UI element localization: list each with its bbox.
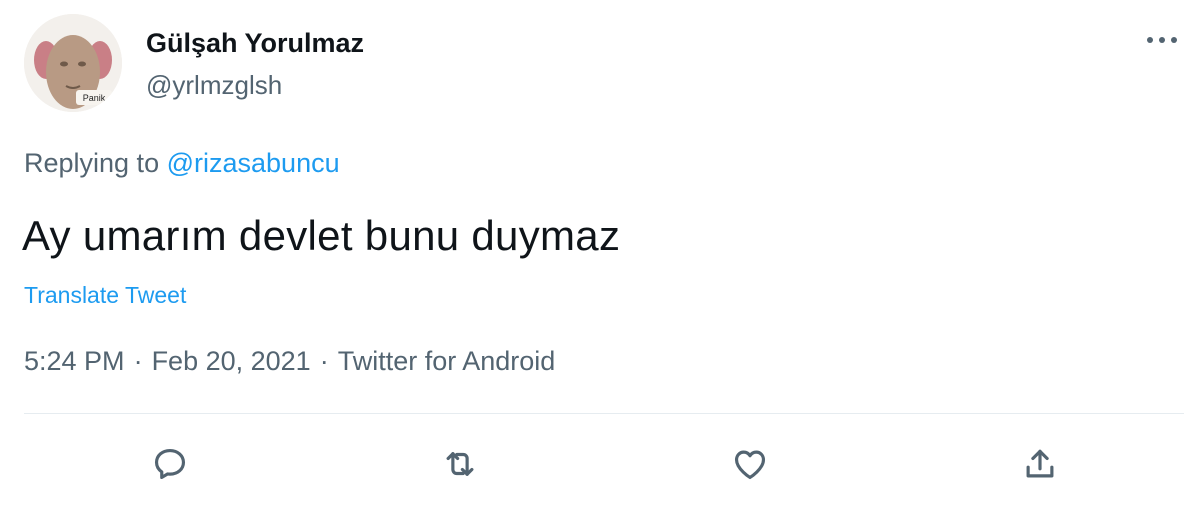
more-options-button[interactable] <box>1140 26 1184 54</box>
like-button[interactable] <box>728 442 772 486</box>
divider <box>24 413 1184 414</box>
avatar-image: Panik <box>24 14 122 112</box>
translate-tweet-link[interactable]: Translate Tweet <box>24 282 186 309</box>
avatar[interactable]: Panik <box>24 14 122 112</box>
tweet-metadata: 5:24 PM · Feb 20, 2021 · Twitter for Android <box>24 346 555 377</box>
display-name[interactable]: Gülşah Yorulmaz <box>146 28 364 59</box>
reply-icon <box>154 448 186 480</box>
mention-link[interactable]: @rizasabuncu <box>167 148 340 178</box>
retweet-button[interactable] <box>438 442 482 486</box>
tweet-time[interactable]: 5:24 PM <box>24 346 125 376</box>
share-button[interactable] <box>1018 442 1062 486</box>
reply-button[interactable] <box>148 442 192 486</box>
user-handle[interactable]: @yrlmzglsh <box>146 70 282 101</box>
like-icon <box>734 450 766 480</box>
separator: · <box>319 346 329 376</box>
replying-to-label: Replying to <box>24 148 160 178</box>
retweet-icon <box>446 452 474 476</box>
replying-to: Replying to @rizasabuncu <box>24 148 340 179</box>
more-icon <box>1147 37 1177 43</box>
tweet-source[interactable]: Twitter for Android <box>338 346 556 376</box>
share-icon <box>1026 449 1054 478</box>
tweet-text: Ay umarım devlet bunu duymaz <box>22 212 621 259</box>
tweet-date[interactable]: Feb 20, 2021 <box>152 346 311 376</box>
separator: · <box>133 346 143 376</box>
avatar-caption: Panik <box>83 93 106 103</box>
